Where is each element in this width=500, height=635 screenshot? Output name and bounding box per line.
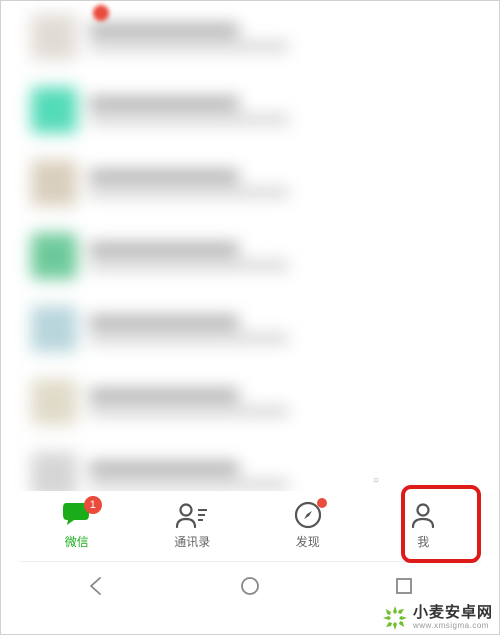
android-nav-bar: [19, 561, 481, 609]
tab-label: 我: [417, 533, 429, 550]
list-item[interactable]: [19, 147, 481, 220]
avatar: [31, 14, 77, 60]
tab-label: 发现: [296, 533, 320, 550]
compass-icon: [291, 500, 325, 530]
chat-bubble-icon: 1: [60, 500, 94, 530]
recents-button[interactable]: [369, 570, 439, 602]
unread-badge: 1: [84, 496, 102, 514]
tab-chats[interactable]: 1 微信: [19, 491, 135, 559]
bottom-tab-bar: 1 微信 通讯录: [19, 491, 481, 559]
phone-screen: ○ 1 微信: [19, 1, 481, 614]
screenshot-frame: ○ 1 微信: [0, 0, 500, 635]
page-indicator-icon: ○: [373, 475, 381, 483]
home-button[interactable]: [215, 570, 285, 602]
avatar: [31, 87, 77, 133]
list-item[interactable]: [19, 366, 481, 439]
tab-contacts[interactable]: 通讯录: [135, 491, 251, 559]
list-item[interactable]: [19, 74, 481, 147]
tab-me[interactable]: 我: [366, 491, 482, 559]
avatar: [31, 306, 77, 352]
tab-label: 通讯录: [174, 533, 210, 550]
avatar: [31, 379, 77, 425]
notification-dot-icon: [93, 5, 109, 21]
watermark-title: 小麦安卓网: [413, 605, 493, 622]
notification-dot-icon: [317, 498, 327, 508]
contacts-icon: [175, 500, 209, 530]
person-icon: [406, 500, 440, 530]
list-item[interactable]: [19, 220, 481, 293]
back-button[interactable]: [61, 570, 131, 602]
list-item[interactable]: [19, 293, 481, 366]
avatar: [31, 233, 77, 279]
tab-label: 微信: [65, 533, 89, 550]
avatar: [31, 160, 77, 206]
list-item[interactable]: [19, 1, 481, 74]
watermark: 小麦安卓网 www.xmsigma.com: [381, 604, 493, 632]
watermark-url: www.xmsigma.com: [413, 622, 489, 631]
chat-list-blurred: [19, 1, 481, 479]
tab-discover[interactable]: 发现: [250, 491, 366, 559]
watermark-logo-icon: [381, 604, 409, 632]
